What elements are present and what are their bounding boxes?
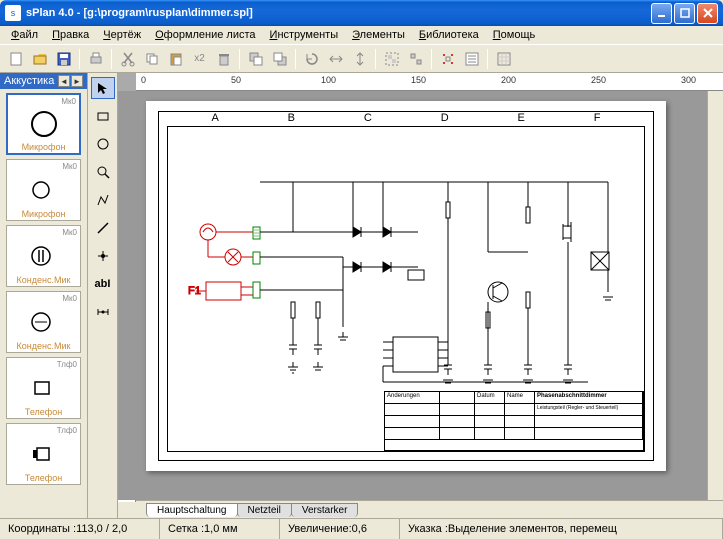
grid-button[interactable]	[492, 48, 515, 70]
drawing-sheet: A B C D E F	[146, 101, 666, 471]
palette-item[interactable]: Тлф0 Телефон	[6, 357, 81, 419]
measure-tool[interactable]	[91, 301, 115, 323]
menubar: Файл Правка Чертёж Оформление листа Инст…	[0, 26, 723, 45]
palette-item[interactable]: Мк0 Микрофон	[6, 159, 81, 221]
sheet-tab[interactable]: Netzteil	[237, 503, 292, 517]
minimize-button[interactable]	[651, 3, 672, 24]
microphone-small-icon	[29, 175, 59, 205]
palette-items: Мк0 Микрофон Мк0 Микрофон Мк0 Конденс.Ми…	[0, 89, 87, 518]
palette-category: Аккустика ◄ ►	[0, 73, 87, 89]
status-zoom: Увеличение: 0,6	[280, 519, 400, 539]
palette-category-label: Аккустика	[4, 75, 54, 87]
flip-h-button[interactable]	[324, 48, 347, 70]
window-controls	[651, 3, 718, 24]
palette-item[interactable]: Мк0 Конденс.Мик	[6, 291, 81, 353]
copy-button[interactable]	[140, 48, 163, 70]
palette-item[interactable]: Тлф0 Телефон	[6, 423, 81, 485]
app-icon: s	[5, 5, 21, 21]
sheet-tab[interactable]: Verstarker	[291, 503, 359, 517]
drawing-tools: abI	[88, 73, 118, 518]
print-button[interactable]	[84, 48, 107, 70]
telephone2-icon	[29, 439, 59, 469]
list-button[interactable]	[460, 48, 483, 70]
rect-tool[interactable]	[91, 105, 115, 127]
workspace: Аккустика ◄ ► Мк0 Микрофон Мк0 Микрофон …	[0, 73, 723, 518]
node-tool[interactable]	[91, 245, 115, 267]
status-grid: Сетка : 1,0 мм	[160, 519, 280, 539]
group-button[interactable]	[380, 48, 403, 70]
text-tool[interactable]: abI	[91, 273, 115, 295]
delete-button[interactable]	[212, 48, 235, 70]
menu-help[interactable]: Помощь	[486, 27, 543, 43]
menu-sheet[interactable]: Оформление листа	[148, 27, 262, 43]
new-button[interactable]	[4, 48, 27, 70]
pointer-tool[interactable]	[91, 77, 115, 99]
flip-v-button[interactable]	[348, 48, 371, 70]
schematic-drawing: F1	[188, 152, 638, 412]
menu-elements[interactable]: Элементы	[345, 27, 412, 43]
microphone-icon	[29, 109, 59, 139]
palette-prev-button[interactable]: ◄	[58, 75, 70, 87]
canvas[interactable]: A B C D E F	[118, 91, 707, 500]
menu-edit[interactable]: Правка	[45, 27, 96, 43]
maximize-button[interactable]	[674, 3, 695, 24]
capacitor-mic-icon	[29, 241, 59, 271]
back-button[interactable]	[268, 48, 291, 70]
front-button[interactable]	[244, 48, 267, 70]
circle-tool[interactable]	[91, 133, 115, 155]
status-hint: Указка : Выделение элементов, перемещ	[400, 519, 723, 539]
cut-button[interactable]	[116, 48, 139, 70]
paste-button[interactable]	[164, 48, 187, 70]
palette-next-button[interactable]: ►	[71, 75, 83, 87]
ruler-horizontal: 0 50 100 150 200 250 300	[136, 73, 723, 91]
svg-text:F1: F1	[188, 285, 201, 297]
polyline-tool[interactable]	[91, 189, 115, 211]
canvas-area: 0 50 100 150 200 250 300 0 50 100 150 A …	[118, 73, 723, 518]
menu-drawing[interactable]: Чертёж	[96, 27, 148, 43]
title-block: Änderungen Datum Name Phasenabschnittdim…	[384, 391, 644, 451]
sheet-tabs: Hauptschaltung Netzteil Verstarker	[118, 500, 723, 518]
window-title: sPlan 4.0 - [g:\program\rusplan\dimmer.s…	[26, 7, 651, 19]
titlebar: s sPlan 4.0 - [g:\program\rusplan\dimmer…	[0, 0, 723, 26]
statusbar: Координаты : 113,0 / 2,0 Сетка : 1,0 мм …	[0, 518, 723, 539]
ungroup-button[interactable]	[404, 48, 427, 70]
sheet-tab[interactable]: Hauptschaltung	[146, 503, 238, 517]
menu-library[interactable]: Библиотека	[412, 27, 486, 43]
line-tool[interactable]	[91, 217, 115, 239]
close-button[interactable]	[697, 3, 718, 24]
vertical-scrollbar[interactable]	[707, 91, 723, 500]
duplicate-button[interactable]: x2	[188, 48, 211, 70]
menu-tools[interactable]: Инструменты	[263, 27, 346, 43]
status-coords: Координаты : 113,0 / 2,0	[0, 519, 160, 539]
save-button[interactable]	[52, 48, 75, 70]
toolbar: x2	[0, 45, 723, 73]
telephone-icon	[29, 373, 59, 403]
snap-button[interactable]	[436, 48, 459, 70]
rotate-button[interactable]	[300, 48, 323, 70]
open-button[interactable]	[28, 48, 51, 70]
capacitor-mic2-icon	[29, 307, 59, 337]
component-palette: Аккустика ◄ ► Мк0 Микрофон Мк0 Микрофон …	[0, 73, 88, 518]
palette-item[interactable]: Мк0 Микрофон	[6, 93, 81, 155]
zoom-tool[interactable]	[91, 161, 115, 183]
menu-file[interactable]: Файл	[4, 27, 45, 43]
palette-item[interactable]: Мк0 Конденс.Мик	[6, 225, 81, 287]
